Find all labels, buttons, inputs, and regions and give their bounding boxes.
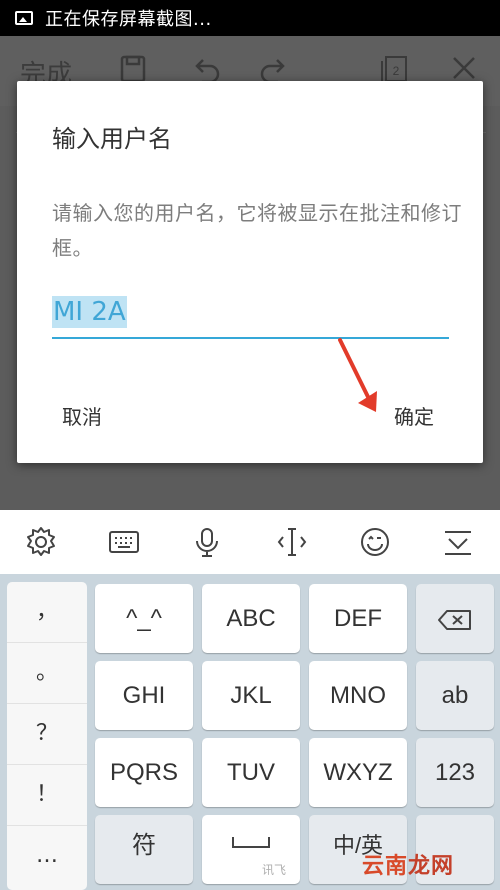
- keyboard-toolbar: [0, 510, 500, 575]
- watermark-logo: 云南龙网: [362, 848, 454, 880]
- punct-comma[interactable]: ，: [7, 582, 87, 643]
- username-dialog: 输入用户名 请输入您的用户名，它将被显示在批注和修订框。 MI 2A 取消 确定: [17, 81, 483, 463]
- dialog-title: 输入用户名: [52, 125, 172, 153]
- backspace-key[interactable]: [416, 584, 494, 653]
- annotation-arrow-icon: [338, 338, 377, 412]
- key-wxyz[interactable]: WXYZ: [309, 738, 407, 807]
- status-text: 正在保存屏幕截图...: [45, 9, 212, 30]
- cursor-icon[interactable]: [275, 525, 309, 559]
- hide-keyboard-icon[interactable]: [441, 525, 475, 559]
- username-input-value[interactable]: MI 2A: [52, 296, 127, 328]
- watermark-text-1: 云南: [362, 854, 409, 879]
- key-emoticon[interactable]: ^_^: [95, 584, 193, 653]
- space-icon: [232, 837, 270, 848]
- key-ghi[interactable]: GHI: [95, 661, 193, 730]
- page-count: 2: [393, 64, 400, 78]
- punctuation-column[interactable]: ， 。 ？ ！ …: [7, 582, 87, 890]
- settings-gear-icon[interactable]: [24, 525, 58, 559]
- watermark-text-2: 龙网: [408, 854, 455, 879]
- punct-ellipsis[interactable]: …: [7, 826, 87, 886]
- key-abc[interactable]: ABC: [202, 584, 300, 653]
- key-jkl[interactable]: JKL: [202, 661, 300, 730]
- key-123[interactable]: 123: [416, 738, 494, 807]
- status-bar: 正在保存屏幕截图...: [0, 0, 500, 36]
- key-tuv[interactable]: TUV: [202, 738, 300, 807]
- microphone-icon[interactable]: [190, 525, 224, 559]
- keyboard-icon[interactable]: [107, 525, 141, 559]
- key-mno[interactable]: MNO: [309, 661, 407, 730]
- dialog-message: 请输入您的用户名，它将被显示在批注和修订框。: [52, 201, 462, 260]
- punct-question[interactable]: ？: [7, 704, 87, 765]
- username-input[interactable]: MI 2A: [52, 291, 449, 339]
- key-def[interactable]: DEF: [309, 584, 407, 653]
- punct-exclaim[interactable]: ！: [7, 765, 87, 826]
- backspace-icon: [438, 609, 471, 630]
- emoji-icon[interactable]: [358, 525, 392, 559]
- screenshot-icon: [15, 11, 33, 25]
- space-hint: 讯飞: [262, 863, 287, 877]
- punct-period[interactable]: 。: [7, 643, 87, 704]
- cancel-button[interactable]: 取消: [62, 401, 102, 430]
- ok-button[interactable]: 确定: [394, 401, 434, 430]
- t9-keyboard: ， 。 ？ ！ … ^_^ ABC DEF GHI JKL MNO ab PQR…: [0, 574, 500, 890]
- key-pqrs[interactable]: PQRS: [95, 738, 193, 807]
- key-ab[interactable]: ab: [416, 661, 494, 730]
- key-symbol[interactable]: 符: [95, 815, 193, 884]
